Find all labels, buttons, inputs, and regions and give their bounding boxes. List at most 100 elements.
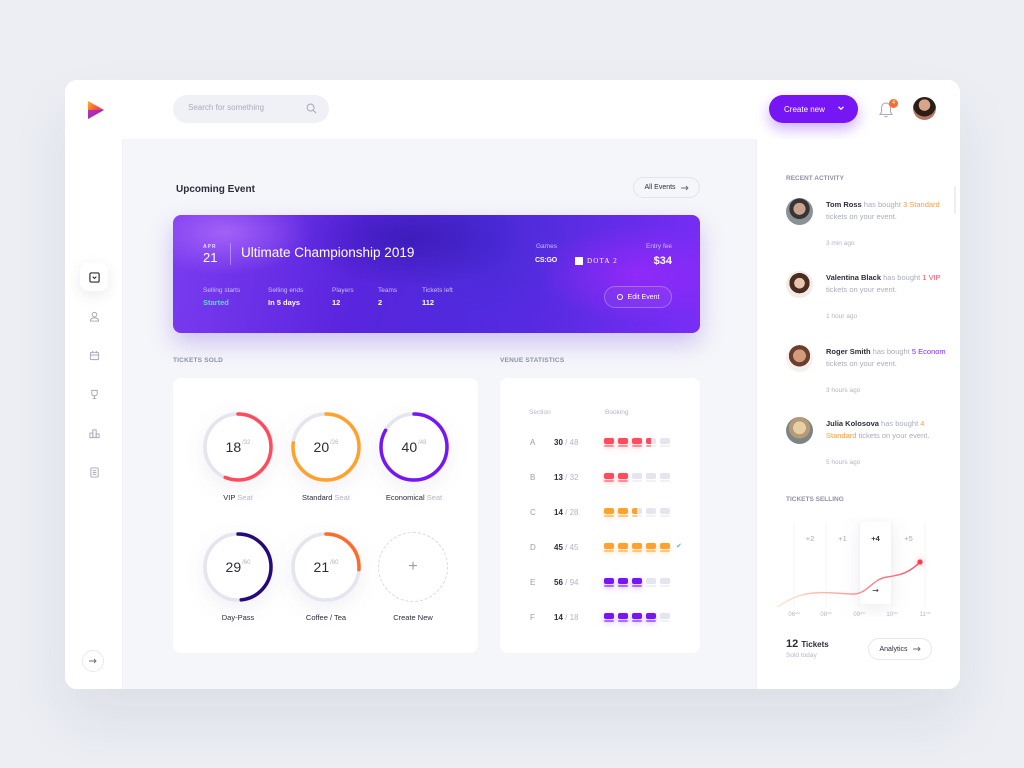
venue-row[interactable]: A 30 / 48 xyxy=(500,436,700,450)
ticket-ring[interactable]: 20/26 xyxy=(290,411,362,483)
seat-icon xyxy=(618,438,628,447)
seat-icon xyxy=(604,578,614,587)
seat-icon xyxy=(660,613,670,622)
increment-label: +1 xyxy=(838,534,847,543)
entry-fee-value: $34 xyxy=(653,255,672,267)
document-icon xyxy=(89,466,99,478)
chevron-down-icon xyxy=(838,106,844,111)
sales-line xyxy=(776,561,921,608)
seat-bar xyxy=(604,613,670,622)
event-title: Ultimate Championship 2019 xyxy=(241,245,415,260)
seat-icon xyxy=(632,508,642,517)
seat-icon xyxy=(646,473,656,482)
search-icon[interactable] xyxy=(306,103,317,114)
activity-verb: has bought xyxy=(872,347,910,356)
tickets-sold-title: TICKETS SOLD xyxy=(173,357,224,364)
sidebar-item-users[interactable] xyxy=(80,302,108,330)
sold-count: 40 xyxy=(401,439,418,455)
venue-row[interactable]: C 14 / 28 xyxy=(500,506,700,520)
total-count: /60 xyxy=(242,560,251,566)
search-input[interactable]: Search for something xyxy=(188,103,264,112)
event-card[interactable]: APR 21 Ultimate Championship 2019 Sellin… xyxy=(173,215,700,333)
sidebar-item-dashboard[interactable] xyxy=(80,263,108,291)
seat-icon xyxy=(646,543,656,552)
booking-count: 14 / 18 xyxy=(554,613,579,622)
create-new-label: Create New xyxy=(393,613,433,622)
ring-value: 20/26 xyxy=(290,411,362,483)
activity-time: 3 min ago xyxy=(826,240,855,247)
activity-user: Tom Ross xyxy=(826,200,862,209)
arrow-right-icon: → xyxy=(872,586,879,595)
ticket-ring[interactable]: 40/48 xyxy=(378,411,450,483)
scrollbar[interactable] xyxy=(954,186,956,214)
seat-bar xyxy=(604,438,670,447)
ticket-ring[interactable]: 29/60 xyxy=(202,531,274,603)
sidebar-item-trophies[interactable] xyxy=(80,380,108,408)
analytics-label: Analytics xyxy=(879,645,908,653)
create-new-ticket-button[interactable]: + xyxy=(378,532,448,602)
activity-user: Roger Smith xyxy=(826,347,871,356)
venue-row[interactable]: B 13 / 32 xyxy=(500,471,700,485)
section-letter: B xyxy=(530,473,536,482)
activity-text: Roger Smith has bought 5 Econom tickets … xyxy=(826,346,946,370)
increment-label: +4 xyxy=(871,534,880,543)
edit-event-label: Edit Event xyxy=(627,293,660,301)
booked: 14 xyxy=(554,508,563,517)
plus-icon: + xyxy=(408,558,418,575)
ticket-type-label: Standard Seat xyxy=(281,493,371,502)
total-count: /48 xyxy=(418,440,427,446)
section-title-upcoming: Upcoming Event xyxy=(176,184,255,195)
edit-event-button[interactable]: Edit Event xyxy=(604,286,672,308)
activity-rest: tickets on your event. xyxy=(826,285,897,294)
dota2-logo: DOTA 2 xyxy=(575,257,618,265)
booking-count: 30 / 48 xyxy=(554,438,579,447)
section-column-header: Section xyxy=(529,409,551,416)
analytics-button[interactable]: Analytics xyxy=(868,638,932,660)
venue-row[interactable]: E 56 / 94 xyxy=(500,576,700,590)
podium-icon xyxy=(88,428,100,438)
app-window: Search for something Create new 4 Upcomi… xyxy=(65,80,960,689)
top-bar: Search for something Create new 4 xyxy=(65,80,960,139)
capacity: 32 xyxy=(569,473,579,482)
sidebar-item-reports[interactable] xyxy=(80,458,108,486)
activity-verb: has bought xyxy=(881,419,919,428)
capacity: 94 xyxy=(569,578,579,587)
search-bar[interactable]: Search for something xyxy=(173,95,329,123)
avatar xyxy=(786,417,813,444)
games-label: Games xyxy=(536,243,557,250)
main-content: Upcoming Event All Events APR 21 Ultimat… xyxy=(123,139,756,689)
trophy-icon xyxy=(90,389,98,399)
activity-text: Valentina Black has bought 1 VIP tickets… xyxy=(826,272,946,296)
venue-row[interactable]: D 45 / 45 ✔ xyxy=(500,541,700,555)
booked: 30 xyxy=(554,438,563,447)
booking-count: 13 / 32 xyxy=(554,473,579,482)
venue-row[interactable]: F 14 / 18 xyxy=(500,611,700,625)
ticket-type-label: Coffee / Tea xyxy=(281,613,371,622)
venue-stats-title: VENUE STATISTICS xyxy=(500,357,565,364)
user-avatar[interactable] xyxy=(913,97,936,120)
ticket-ring[interactable]: 21/80 xyxy=(290,531,362,603)
venue-statistics-card: Section Booking A 30 / 48 B 13 / 32 C 14 / 28… xyxy=(500,378,700,653)
create-new-button[interactable]: Create new xyxy=(769,95,858,123)
ticket-type-label: Day-Pass xyxy=(193,613,283,622)
activity-verb: has bought xyxy=(883,273,921,282)
x-tick-label: 06AM xyxy=(788,611,800,617)
tickets-selling-title: TICKETS SELLING xyxy=(786,496,844,503)
seat-bar xyxy=(604,473,670,482)
activity-time: 5 hours ago xyxy=(826,459,861,466)
all-events-button[interactable]: All Events xyxy=(633,177,700,198)
activity-highlight: 3 Standard xyxy=(903,200,940,209)
event-day: 21 xyxy=(203,250,218,265)
ticket-ring[interactable]: 18/32 xyxy=(202,411,274,483)
stat-label: Selling ends xyxy=(268,287,304,294)
entry-fee-label: Entry fee xyxy=(645,243,672,250)
ticket-type-name: Standard xyxy=(302,493,333,502)
booking-count: 14 / 28 xyxy=(554,508,579,517)
app-logo[interactable] xyxy=(86,99,106,121)
ring-value: 40/48 xyxy=(378,411,450,483)
sidebar-item-stats[interactable] xyxy=(80,419,108,447)
expand-sidebar-button[interactable] xyxy=(82,650,104,672)
seat-icon xyxy=(604,508,614,517)
sidebar-item-events[interactable] xyxy=(80,341,108,369)
ring-value: 21/80 xyxy=(290,531,362,603)
